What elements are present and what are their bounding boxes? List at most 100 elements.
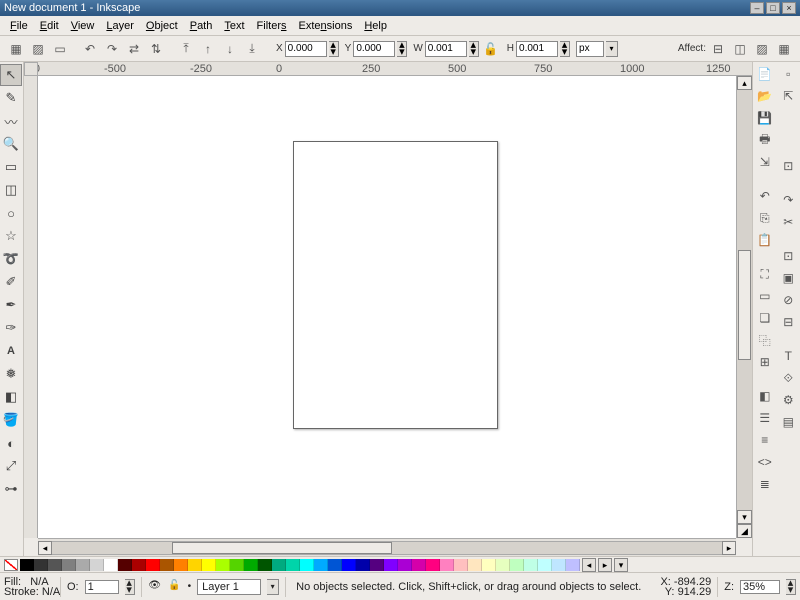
color-swatch[interactable]: [426, 559, 440, 571]
menu-file[interactable]: File: [4, 18, 34, 34]
ungroup-button[interactable]: ⊟: [778, 312, 798, 332]
menu-filters[interactable]: Filters: [251, 18, 293, 34]
clone-button[interactable]: ⿻: [755, 330, 775, 350]
horizontal-scrollbar[interactable]: ◂ ▸: [38, 538, 736, 556]
color-swatch[interactable]: [538, 559, 552, 571]
raise-button[interactable]: ↑: [198, 39, 218, 59]
export-button[interactable]: ⇱: [778, 86, 798, 106]
color-swatch[interactable]: [552, 559, 566, 571]
zoom-spinner[interactable]: ▴▾: [786, 579, 796, 595]
x-input[interactable]: 0.000: [285, 41, 327, 57]
text-tool[interactable]: A: [0, 340, 22, 362]
ruler-origin[interactable]: [24, 62, 38, 76]
doc-props-button[interactable]: ▤: [778, 412, 798, 432]
group-button[interactable]: ⊞: [755, 352, 775, 372]
palette-scroll-left[interactable]: ◂: [582, 558, 596, 572]
gradient-tool[interactable]: ◐: [0, 432, 22, 454]
stroke-value[interactable]: N/A: [42, 586, 60, 598]
vertical-scrollbar[interactable]: ▴ ▾ ◢: [736, 76, 752, 538]
unlink-clone-button[interactable]: ⊘: [778, 290, 798, 310]
color-swatch[interactable]: [566, 559, 580, 571]
tweak-tool[interactable]: 〰: [0, 110, 22, 132]
spiral-tool[interactable]: ➰: [0, 248, 22, 270]
color-swatch[interactable]: [258, 559, 272, 571]
color-swatch[interactable]: [174, 559, 188, 571]
color-swatch[interactable]: [20, 559, 34, 571]
paste-button[interactable]: 📋: [755, 230, 775, 250]
menu-path[interactable]: Path: [184, 18, 219, 34]
copy-button[interactable]: ⎘: [755, 208, 775, 228]
pen-tool[interactable]: ✒: [0, 294, 22, 316]
color-swatch[interactable]: [76, 559, 90, 571]
undo-button[interactable]: ↶: [755, 186, 775, 206]
color-swatch[interactable]: [524, 559, 538, 571]
ruler-horizontal[interactable]: -750-500-2500250500750100012501500: [38, 62, 752, 76]
default-template-button[interactable]: ▫: [778, 64, 798, 84]
menu-view[interactable]: View: [65, 18, 101, 34]
color-swatch[interactable]: [146, 559, 160, 571]
color-swatch[interactable]: [34, 559, 48, 571]
dropper-tool[interactable]: ⤢: [0, 455, 22, 477]
zoom-fit-button[interactable]: ⛶: [755, 264, 775, 284]
calligraphy-tool[interactable]: ✑: [0, 317, 22, 339]
canvas[interactable]: [38, 76, 736, 538]
color-swatch[interactable]: [468, 559, 482, 571]
pencil-tool[interactable]: ✐: [0, 271, 22, 293]
3dbox-tool[interactable]: ◫: [0, 179, 22, 201]
duplicate-button[interactable]: ❏: [755, 308, 775, 328]
color-swatch[interactable]: [496, 559, 510, 571]
rotate-cw-button[interactable]: ↷: [102, 39, 122, 59]
cut-button[interactable]: ✂: [778, 212, 798, 232]
affect-gradient-button[interactable]: ▨: [752, 39, 772, 59]
flip-h-button[interactable]: ⇄: [124, 39, 144, 59]
deselect-button[interactable]: ▭: [50, 39, 70, 59]
select-all-layers-button[interactable]: ▨: [28, 39, 48, 59]
redo-button[interactable]: ↷: [778, 190, 798, 210]
lock-aspect-button[interactable]: 🔓: [481, 39, 501, 59]
zoom-drawing-button[interactable]: ⊡: [778, 246, 798, 266]
node-tool[interactable]: ✎: [0, 87, 22, 109]
zoom-selection-button[interactable]: ▣: [778, 268, 798, 288]
color-swatch[interactable]: [356, 559, 370, 571]
opacity-input[interactable]: 1: [85, 580, 119, 594]
ellipse-tool[interactable]: ○: [0, 202, 22, 224]
scroll-up-icon[interactable]: ▴: [737, 76, 752, 90]
import-button[interactable]: ⇲: [755, 152, 775, 172]
color-swatch[interactable]: [454, 559, 468, 571]
no-color-swatch[interactable]: [4, 559, 18, 571]
maximize-button[interactable]: □: [766, 2, 780, 14]
y-spinner[interactable]: ▴▾: [397, 41, 407, 57]
layer-lock-toggle[interactable]: 🔓: [168, 580, 182, 594]
hscroll-thumb[interactable]: [172, 542, 392, 554]
preferences-button[interactable]: ⚙: [778, 390, 798, 410]
color-swatch[interactable]: [48, 559, 62, 571]
color-swatch[interactable]: [132, 559, 146, 571]
color-swatch[interactable]: [188, 559, 202, 571]
scroll-down-icon[interactable]: ▾: [737, 510, 752, 524]
affect-corners-button[interactable]: ◫: [730, 39, 750, 59]
layer-dropdown-icon[interactable]: ▾: [267, 579, 279, 595]
vscroll-thumb[interactable]: [738, 250, 751, 360]
fill-stroke-button[interactable]: ◧: [755, 386, 775, 406]
print-button[interactable]: 🖶: [755, 130, 775, 150]
color-swatch[interactable]: [342, 559, 356, 571]
color-swatch[interactable]: [398, 559, 412, 571]
color-swatch[interactable]: [216, 559, 230, 571]
star-tool[interactable]: ☆: [0, 225, 22, 247]
color-swatch[interactable]: [370, 559, 384, 571]
layer-selector[interactable]: Layer 1: [197, 579, 261, 595]
color-swatch[interactable]: [300, 559, 314, 571]
menu-help[interactable]: Help: [358, 18, 393, 34]
transform-button[interactable]: ⟐: [778, 368, 798, 388]
h-input[interactable]: 0.001: [516, 41, 558, 57]
menu-layer[interactable]: Layer: [100, 18, 140, 34]
palette-menu-button[interactable]: ▾: [614, 558, 628, 572]
color-swatch[interactable]: [62, 559, 76, 571]
zoom-input[interactable]: 35%: [740, 580, 780, 594]
color-swatch[interactable]: [328, 559, 342, 571]
x-spinner[interactable]: ▴▾: [329, 41, 339, 57]
object-props-button[interactable]: ☰: [755, 408, 775, 428]
color-swatch[interactable]: [412, 559, 426, 571]
color-swatch[interactable]: [314, 559, 328, 571]
layers-button[interactable]: ≣: [755, 474, 775, 494]
